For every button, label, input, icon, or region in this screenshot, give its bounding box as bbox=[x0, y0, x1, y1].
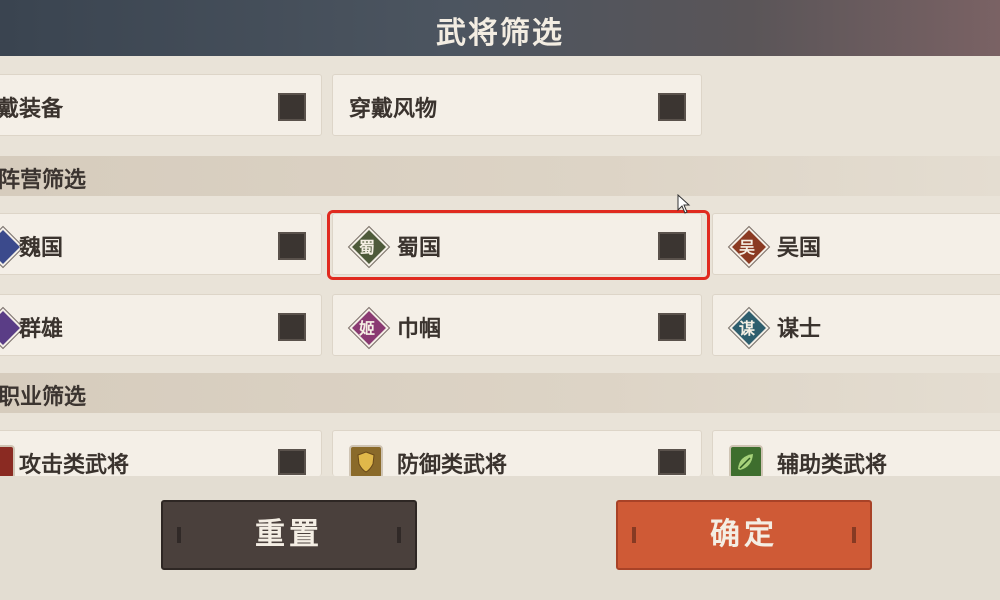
mouse-cursor-icon bbox=[677, 194, 691, 214]
checkbox[interactable] bbox=[278, 232, 306, 260]
filter-card-label: 巾帼 bbox=[397, 316, 442, 342]
button-ornament bbox=[632, 527, 636, 543]
filter-card-label: 群雄 bbox=[19, 316, 64, 342]
reset-button[interactable]: 重置 bbox=[161, 500, 417, 570]
button-ornament bbox=[397, 527, 401, 543]
filter-card-support[interactable]: 辅助类武将 bbox=[712, 430, 1000, 479]
checkbox[interactable] bbox=[278, 313, 306, 341]
filter-card-label: 攻击类武将 bbox=[19, 452, 130, 478]
wu-emblem-icon: 吴 bbox=[729, 227, 769, 267]
checkbox[interactable] bbox=[278, 449, 306, 475]
filter-card-fengwu[interactable]: 穿戴风物 bbox=[332, 74, 702, 136]
filter-card-label: 防御类武将 bbox=[397, 452, 508, 478]
jinguo-emblem-icon: 姬 bbox=[349, 308, 389, 348]
selection-highlight bbox=[327, 210, 710, 280]
filter-card-equipped[interactable]: 戴装备 bbox=[0, 74, 322, 136]
section-header-class: 职业筛选 bbox=[0, 373, 1000, 413]
button-ornament bbox=[177, 527, 181, 543]
filter-card-qunxiong[interactable]: 群雄 bbox=[0, 294, 322, 356]
checkbox[interactable] bbox=[658, 93, 686, 121]
filter-card-label: 谋士 bbox=[777, 316, 822, 342]
shield-icon bbox=[349, 445, 383, 479]
confirm-button[interactable]: 确定 bbox=[616, 500, 872, 570]
wei-emblem-icon bbox=[0, 227, 23, 267]
confirm-button-label: 确定 bbox=[710, 517, 778, 552]
title-bar: 武将筛选 bbox=[0, 0, 1000, 56]
checkbox[interactable] bbox=[658, 449, 686, 475]
checkbox[interactable] bbox=[658, 313, 686, 341]
filter-card-label: 魏国 bbox=[19, 235, 64, 261]
filter-card-label: 戴装备 bbox=[0, 96, 64, 122]
section-title: 阵营筛选 bbox=[0, 167, 87, 193]
leaf-icon bbox=[729, 445, 763, 479]
filter-card-label: 吴国 bbox=[777, 235, 822, 261]
moushi-emblem-icon: 谋 bbox=[729, 308, 769, 348]
filter-card-label: 辅助类武将 bbox=[777, 452, 888, 478]
filter-card-defense[interactable]: 防御类武将 bbox=[332, 430, 702, 479]
button-ornament bbox=[852, 527, 856, 543]
filter-card-label: 穿戴风物 bbox=[349, 96, 438, 122]
reset-button-label: 重置 bbox=[255, 517, 323, 552]
filter-card-attack[interactable]: 攻击类武将 bbox=[0, 430, 322, 479]
page-title: 武将筛选 bbox=[436, 16, 564, 51]
qunxiong-emblem-icon bbox=[0, 308, 23, 348]
filter-card-wu[interactable]: 吴 吴国 bbox=[712, 213, 1000, 275]
sword-icon bbox=[0, 445, 15, 479]
filter-card-wei[interactable]: 魏国 bbox=[0, 213, 322, 275]
section-title: 职业筛选 bbox=[0, 384, 87, 410]
filter-card-moushi[interactable]: 谋 谋士 bbox=[712, 294, 1000, 356]
checkbox[interactable] bbox=[278, 93, 306, 121]
filter-card-jinguo[interactable]: 姬 巾帼 bbox=[332, 294, 702, 356]
section-header-faction: 阵营筛选 bbox=[0, 156, 1000, 196]
